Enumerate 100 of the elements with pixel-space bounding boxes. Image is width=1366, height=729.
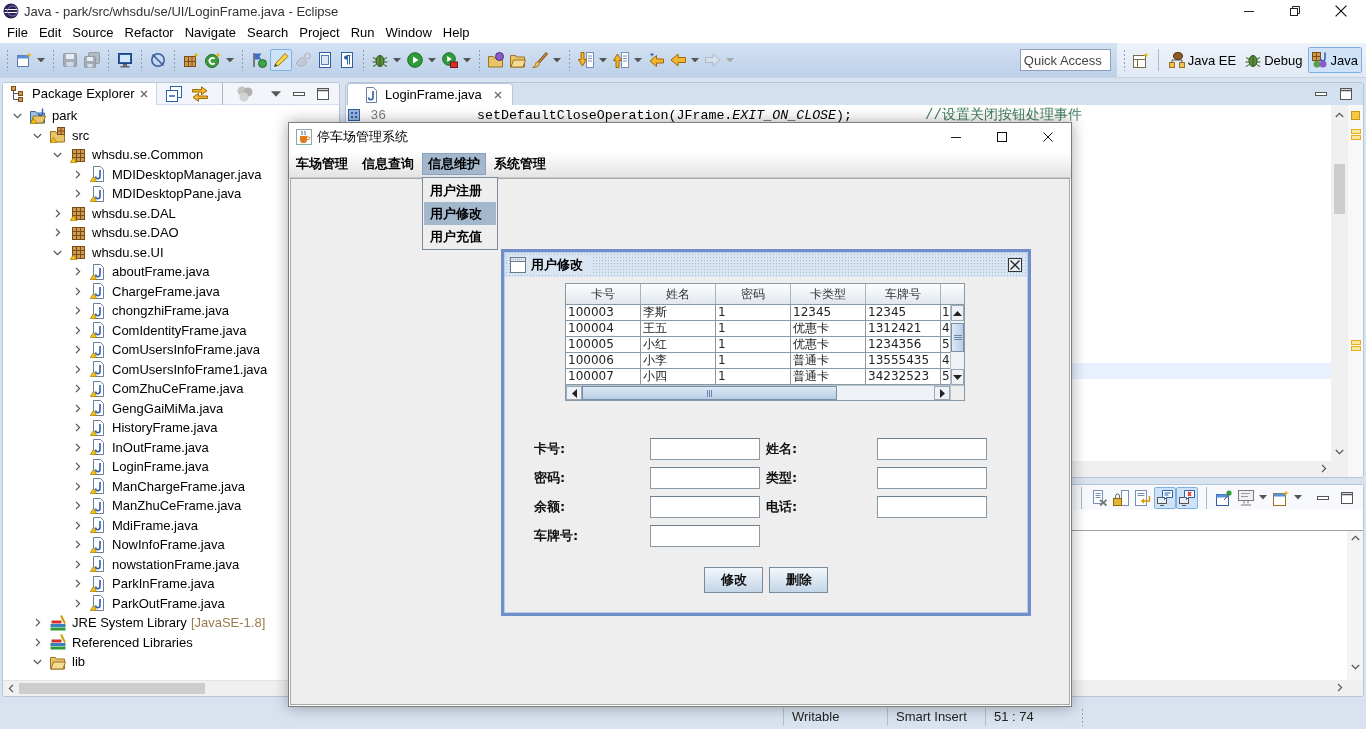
caret-icon[interactable] xyxy=(226,57,234,63)
menu-item[interactable]: Run xyxy=(344,23,381,42)
tree-item[interactable]: whsdu.se.Common xyxy=(92,147,204,163)
scroll-thumb[interactable] xyxy=(19,683,205,694)
menu-item[interactable]: 车场管理 xyxy=(290,153,354,175)
chevron-right-icon[interactable] xyxy=(74,189,81,199)
perspective-button[interactable]: Java xyxy=(1307,47,1362,73)
chevron-right-icon[interactable] xyxy=(74,579,81,589)
quick-access-field[interactable]: Quick Access xyxy=(1019,49,1111,71)
menu-item[interactable]: Help xyxy=(436,23,476,42)
chevron-right-icon[interactable] xyxy=(74,559,81,569)
scroll-thumb[interactable] xyxy=(951,323,964,352)
toolbar-button[interactable] xyxy=(1154,486,1176,509)
chevron-down-icon[interactable] xyxy=(33,131,42,139)
tree-item[interactable]: ParkOutFrame.java xyxy=(112,595,225,611)
scroll-thumb[interactable] xyxy=(582,386,837,400)
tree-item[interactable]: park xyxy=(52,108,78,124)
chevron-right-icon[interactable] xyxy=(74,520,81,530)
caret-icon[interactable] xyxy=(634,57,642,63)
chevron-right-icon[interactable] xyxy=(54,208,61,218)
chevron-right-icon[interactable] xyxy=(74,501,81,511)
menu-item[interactable]: File xyxy=(1,23,34,42)
minimize-icon[interactable] xyxy=(1317,495,1329,500)
chevron-right-icon[interactable] xyxy=(74,169,81,179)
menu-item[interactable]: 系统管理 xyxy=(488,153,552,175)
chevron-right-icon[interactable] xyxy=(74,306,81,316)
table-header-cell[interactable]: 密码 xyxy=(716,284,791,305)
caret-icon[interactable] xyxy=(393,57,401,63)
input-field[interactable] xyxy=(650,496,760,518)
chevron-right-icon[interactable] xyxy=(74,286,81,296)
tree-item[interactable]: JRE System Library xyxy=(72,615,187,631)
toolbar-button[interactable] xyxy=(164,83,184,104)
menu-item[interactable]: 用户充值 xyxy=(424,225,496,248)
chevron-right-icon[interactable] xyxy=(74,462,81,472)
toolbar-button[interactable] xyxy=(575,49,597,71)
tree-item[interactable]: whsdu.se.DAL xyxy=(92,205,176,221)
caret-icon[interactable] xyxy=(691,57,699,63)
maximize-icon[interactable] xyxy=(1341,491,1353,504)
input-field[interactable] xyxy=(877,438,987,460)
close-icon[interactable] xyxy=(139,89,148,98)
chevron-right-icon[interactable] xyxy=(34,637,41,647)
chevron-right-icon[interactable] xyxy=(74,598,81,608)
chevron-right-icon[interactable] xyxy=(74,403,81,413)
toolbar-button[interactable] xyxy=(404,49,426,71)
chevron-up-icon[interactable] xyxy=(1350,535,1360,542)
scroll-right-button[interactable] xyxy=(934,386,950,400)
toolbar-button[interactable] xyxy=(439,49,461,71)
tree-item[interactable]: ManZhuCeFrame.java xyxy=(112,498,242,514)
chevron-down-icon[interactable] xyxy=(13,112,22,120)
menu-item[interactable]: Navigate xyxy=(178,23,242,42)
tree-item[interactable]: MDIDesktopManager.java xyxy=(112,166,262,182)
dialog-button[interactable]: 修改 xyxy=(704,567,763,593)
chevron-right-icon[interactable] xyxy=(74,540,81,550)
input-field[interactable] xyxy=(650,467,760,489)
table-header-cell[interactable]: 卡类型 xyxy=(791,284,866,305)
chevron-down-icon[interactable] xyxy=(53,151,62,159)
chevron-right-icon[interactable] xyxy=(74,384,81,394)
input-field[interactable] xyxy=(877,467,987,489)
maximize-icon[interactable] xyxy=(1340,88,1352,100)
menu-item[interactable]: 用户注册 xyxy=(424,179,496,202)
caret-icon[interactable] xyxy=(553,57,561,63)
tree-item[interactable]: Referenced Libraries xyxy=(72,634,193,650)
menu-item[interactable]: Window xyxy=(379,23,438,42)
toolbar-button[interactable] xyxy=(190,83,210,104)
dialog-button[interactable]: 删除 xyxy=(769,567,828,593)
chevron-right-icon[interactable] xyxy=(74,267,81,277)
tree-item[interactable]: MdiFrame.java xyxy=(112,517,198,533)
caret-icon[interactable] xyxy=(1259,495,1267,500)
chevron-right-icon[interactable] xyxy=(74,481,81,491)
chevron-down-icon[interactable] xyxy=(53,248,62,256)
tree-item[interactable]: whsdu.se.UI xyxy=(92,244,164,260)
tree-item[interactable]: ComIdentityFrame.java xyxy=(112,322,247,338)
input-field[interactable] xyxy=(650,438,760,460)
chevron-right-icon[interactable] xyxy=(74,345,81,355)
tree-item[interactable]: ComZhuCeFrame.java xyxy=(112,381,244,397)
tree-item[interactable]: ComUsersInfoFrame1.java xyxy=(112,361,268,377)
caret-icon[interactable] xyxy=(37,57,45,63)
input-field[interactable] xyxy=(650,525,760,547)
menu-item[interactable]: Project xyxy=(293,23,346,42)
caret-icon[interactable] xyxy=(1294,495,1302,500)
scroll-down-button[interactable] xyxy=(951,369,964,385)
scroll-thumb[interactable] xyxy=(1333,164,1345,214)
caret-icon[interactable] xyxy=(271,90,281,97)
tree-item[interactable]: InOutFrame.java xyxy=(112,439,209,455)
chevron-right-icon[interactable] xyxy=(54,228,61,238)
chevron-right-icon[interactable] xyxy=(34,618,41,628)
tree-item[interactable]: whsdu.se.DAO xyxy=(92,225,179,241)
menu-item[interactable]: Source xyxy=(66,23,120,42)
toolbar-button[interactable] xyxy=(1176,486,1198,509)
chevron-right-icon[interactable] xyxy=(74,364,81,374)
tree-item[interactable]: HistoryFrame.java xyxy=(112,420,218,436)
chevron-right-icon[interactable] xyxy=(74,423,81,433)
tree-item[interactable]: aboutFrame.java xyxy=(112,264,210,280)
caret-icon[interactable] xyxy=(463,57,471,63)
editor-tab[interactable]: LoginFrame.java xyxy=(347,83,513,105)
tree-item[interactable]: chongzhiFrame.java xyxy=(112,303,230,319)
toolbar-button[interactable] xyxy=(529,49,551,71)
menu-item[interactable]: 信息维护 xyxy=(422,153,486,175)
maximize-icon[interactable] xyxy=(317,87,329,100)
tree-item[interactable]: LoginFrame.java xyxy=(112,459,209,475)
